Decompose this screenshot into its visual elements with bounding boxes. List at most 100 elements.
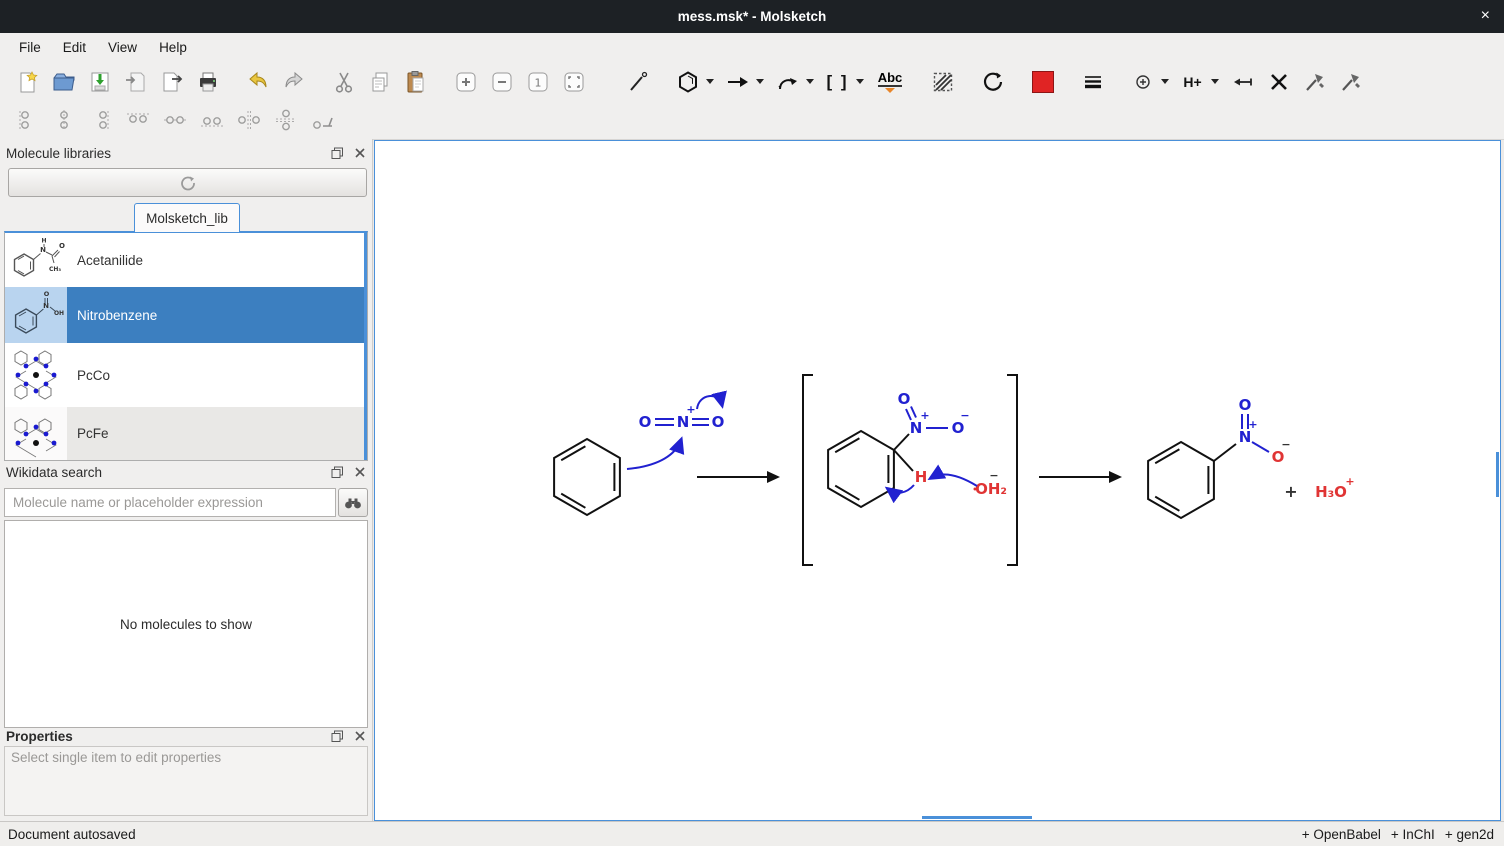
align-vertical-center-button[interactable] [49,108,79,132]
status-inchi: + InChI [1391,827,1435,842]
zoom-fit-button[interactable] [560,68,587,95]
library-refresh-button[interactable] [8,168,367,197]
canvas-vertical-scrollbar[interactable] [1496,452,1499,497]
library-float-button[interactable] [331,147,344,160]
menu-view[interactable]: View [97,36,148,59]
cut-button[interactable] [330,68,357,95]
open-document-button[interactable] [50,68,77,95]
align-bottom-button[interactable] [197,108,227,132]
line-width-button[interactable] [1079,68,1106,95]
import-document-button[interactable] [122,68,149,95]
ring-tool-icon [676,70,700,94]
align-left-button[interactable] [12,108,42,132]
electron-arrow-no-bond-to-oxygen[interactable] [697,396,722,409]
benzene-reactant[interactable] [554,439,620,515]
svg-text:−[interactable]: − [1281,438,1290,451]
library-item-acetanilide[interactable]: NHOCH₃ Acetanilide [5,233,367,287]
drawing-canvas[interactable]: O N + O [374,140,1501,821]
svg-text:H₃O[interactable]: H₃O [1315,483,1347,501]
library-list-scrollbar[interactable] [364,233,367,460]
align-top-button[interactable] [123,108,153,132]
electron-arrow-hydroxide-to-h[interactable] [931,475,977,486]
svg-text:OH₂[interactable]: OH₂ [975,480,1007,498]
undo-button[interactable] [244,68,271,95]
library-item-pcfe[interactable]: PcFe [5,407,367,460]
reaction-arrow-1[interactable] [697,471,780,483]
menu-file[interactable]: File [8,36,52,59]
zoom-in-button[interactable] [452,68,479,95]
zoom-out-button[interactable] [488,68,515,95]
hatch-selection-button[interactable] [929,68,956,95]
copy-button[interactable] [366,68,393,95]
insert-text-button[interactable]: Abc [874,68,906,95]
search-button[interactable] [338,488,368,517]
svg-text:+[interactable]: + [1345,475,1354,488]
import-icon [124,70,148,94]
charge-dropdown-arrow-icon[interactable] [1161,79,1169,84]
optimize-structure-button[interactable] [1301,68,1328,95]
arrow-dropdown-arrow-icon[interactable] [756,79,764,84]
export-document-button[interactable] [158,68,185,95]
svg-text:+[interactable]: + [920,409,929,422]
svg-text:O[interactable]: O [712,413,725,431]
library-item-nitrobenzene[interactable]: NOOH Nitrobenzene [5,287,367,343]
hydronium-product[interactable]: + H₃O + [1284,475,1354,501]
molecule-search-input[interactable] [4,488,336,517]
menu-edit[interactable]: Edit [52,36,97,59]
svg-text:O[interactable]: O [1239,396,1252,414]
brackets-dropdown-arrow-icon[interactable] [856,79,864,84]
add-hydrogen-button[interactable]: H+ [1179,68,1206,95]
svg-text:O[interactable]: O [898,390,911,408]
add-charge-button[interactable] [1129,68,1156,95]
arenium-intermediate[interactable]: N + O O − H [828,390,970,507]
lone-pair-button[interactable] [1229,68,1256,95]
delete-button[interactable] [1265,68,1292,95]
save-document-button[interactable] [86,68,113,95]
reaction-canvas[interactable]: O N + O [375,141,1500,820]
color-picker-button[interactable] [1029,68,1056,95]
insert-brackets-button[interactable]: [ ] [824,68,851,95]
draw-bond-button[interactable] [624,68,651,95]
library-item-pcco[interactable]: PcCo [5,343,367,407]
flip-orientation-button[interactable] [308,108,338,132]
hydroxide-nucleophile[interactable]: OH₂ − [974,469,1007,498]
svg-text:−[interactable]: − [989,469,998,482]
rotate-button[interactable] [979,68,1006,95]
distribute-vertically-button[interactable] [271,108,301,132]
nitrobenzene-product[interactable]: N + O O − [1148,396,1291,518]
wikidata-float-button[interactable] [331,466,344,479]
redo-button[interactable] [280,68,307,95]
properties-close-button[interactable] [354,730,366,742]
ring-dropdown-arrow-icon[interactable] [706,79,714,84]
library-item-label: PcCo [77,368,110,383]
library-close-button[interactable] [354,147,366,159]
new-document-button[interactable] [14,68,41,95]
properties-float-button[interactable] [331,730,344,743]
tab-molsketch-lib[interactable]: Molsketch_lib [134,203,240,232]
svg-text:+[interactable]: + [1248,418,1257,431]
nitronium-ion[interactable]: O N + O [639,403,725,431]
distribute-horizontally-button[interactable] [234,108,264,132]
hydrogen-dropdown-arrow-icon[interactable] [1211,79,1219,84]
draw-arrow-button[interactable] [724,68,751,95]
electron-arrow-benzene-to-nitronium[interactable] [627,440,681,469]
draw-mechanism-arrow-button[interactable] [774,68,801,95]
svg-text:H[interactable]: H [915,468,928,486]
svg-text:O[interactable]: O [639,413,652,431]
menu-help[interactable]: Help [148,36,198,59]
window-close-button[interactable]: × [1481,6,1490,26]
canvas-horizontal-scrollbar[interactable] [922,816,1032,819]
optimize-layout-button[interactable] [1337,68,1364,95]
paste-button[interactable] [402,68,429,95]
draw-ring-button[interactable] [674,68,701,95]
zoom-actual-size-button[interactable]: 1 [524,68,551,95]
svg-text:+[interactable]: + [686,403,695,416]
wikidata-close-button[interactable] [354,466,366,478]
svg-text:−[interactable]: − [960,409,969,422]
mechanism-dropdown-arrow-icon[interactable] [806,79,814,84]
reaction-arrow-2[interactable] [1039,471,1122,483]
library-tab-bar: Molsketch_lib [4,201,368,231]
align-horizontal-center-button[interactable] [160,108,190,132]
align-right-button[interactable] [86,108,116,132]
print-button[interactable] [194,68,221,95]
